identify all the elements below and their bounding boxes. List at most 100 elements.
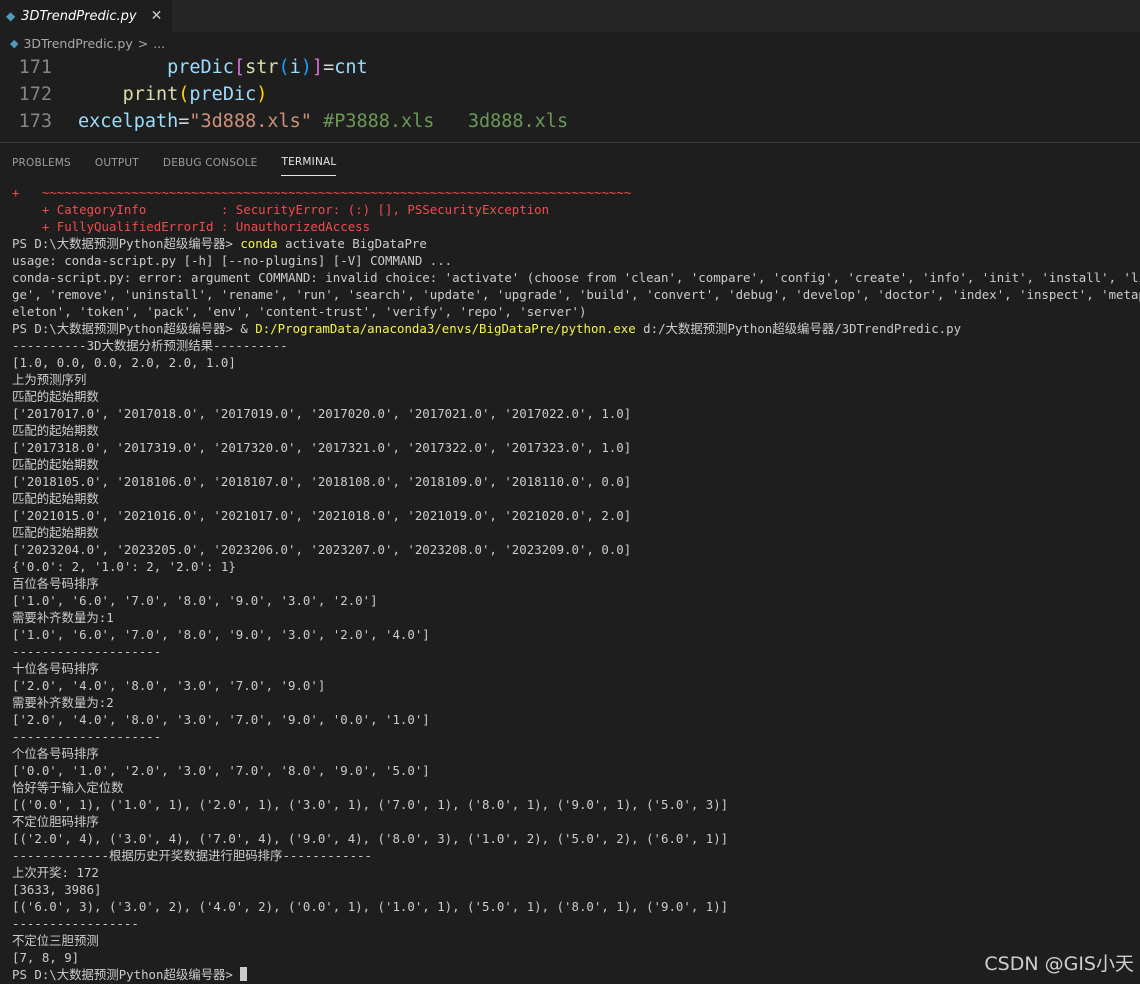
chevron-right-icon: > [137, 35, 149, 51]
terminal-line: 需要补齐数量为:1 [12, 609, 1140, 626]
line-number: 173 [18, 111, 52, 132]
code-token: i [289, 57, 301, 78]
tab-title: 3DTrendPredic.py [21, 8, 137, 24]
terminal-line: ['2.0', '4.0', '8.0', '3.0', '7.0', '9.0… [12, 677, 1140, 694]
terminal-text: 匹配的起始期数 [12, 423, 99, 438]
code-line[interactable]: 172 print(preDic) [0, 81, 1140, 108]
code-line[interactable]: 173 excelpath="3d888.xls" #P3888.xls 3d88… [0, 108, 1140, 135]
terminal-line: [7, 8, 9] [12, 949, 1140, 966]
code-token: = [178, 111, 190, 132]
terminal-text: -------------------- [12, 729, 162, 744]
terminal-text: ['1.0', '6.0', '7.0', '8.0', '9.0', '3.0… [12, 593, 378, 608]
terminal-text: ['2.0', '4.0', '8.0', '3.0', '7.0', '9.0… [12, 678, 326, 693]
terminal-line: [3633, 3986] [12, 881, 1140, 898]
terminal-line: 不定位胆码排序 [12, 813, 1140, 830]
terminal-text: ['2017318.0', '2017319.0', '2017320.0', … [12, 440, 632, 455]
terminal-text: eleton', 'token', 'pack', 'env', 'conten… [12, 304, 587, 319]
terminal-text: [7, 8, 9] [12, 950, 80, 965]
terminal-line: 上为预测序列 [12, 371, 1140, 388]
breadcrumb: ◆ 3DTrendPredic.py > ... [0, 32, 1140, 54]
tab-problems[interactable]: PROBLEMS [12, 147, 71, 176]
terminal-line: ----------------- [12, 915, 1140, 932]
terminal-text: 匹配的起始期数 [12, 491, 99, 506]
breadcrumb-more[interactable]: ... [153, 36, 165, 51]
terminal-line: usage: conda-script.py [-h] [--no-plugin… [12, 252, 1140, 269]
terminal-text: ['2018105.0', '2018106.0', '2018107.0', … [12, 474, 632, 489]
terminal-text: 十位各号码排序 [12, 661, 99, 676]
terminal-text: d:/大数据预测Python超级编号器/3DTrendPredic.py [635, 321, 962, 336]
terminal-text: 需要补齐数量为:1 [12, 610, 114, 625]
terminal-line: ['2018105.0', '2018106.0', '2018107.0', … [12, 473, 1140, 490]
terminal-text: 匹配的起始期数 [12, 525, 99, 540]
breadcrumb-file[interactable]: 3DTrendPredic.py [23, 36, 132, 51]
terminal-line: ['2023204.0', '2023205.0', '2023206.0', … [12, 541, 1140, 558]
terminal-text: PS D:\大数据预测Python超级编号器> & [12, 321, 256, 336]
terminal-text: conda [240, 236, 278, 251]
terminal-text: 上次开奖: 172 [12, 865, 99, 880]
terminal-line: [('0.0', 1), ('1.0', 1), ('2.0', 1), ('3… [12, 796, 1140, 813]
terminal-line: ['0.0', '1.0', '2.0', '3.0', '7.0', '8.0… [12, 762, 1140, 779]
terminal-line: ge', 'remove', 'uninstall', 'rename', 'r… [12, 286, 1140, 303]
panel-tab-bar: PROBLEMS OUTPUT DEBUG CONSOLE TERMINAL [0, 142, 1140, 179]
tab-output[interactable]: OUTPUT [95, 147, 139, 176]
terminal-text: 不定位三胆预测 [12, 933, 99, 948]
terminal-line: ['2.0', '4.0', '8.0', '3.0', '7.0', '9.0… [12, 711, 1140, 728]
tab-debug-console[interactable]: DEBUG CONSOLE [163, 147, 258, 176]
terminal-line: 匹配的起始期数 [12, 490, 1140, 507]
terminal-line: + CategoryInfo : SecurityError: (:) [], … [12, 201, 1140, 218]
terminal-text: 不定位胆码排序 [12, 814, 99, 829]
terminal-line: ['1.0', '6.0', '7.0', '8.0', '9.0', '3.0… [12, 592, 1140, 609]
code-text: print(preDic) [78, 81, 268, 108]
code-editor[interactable]: 171 preDic[str(i)]=cnt 172 print(preDic) 1… [0, 54, 1140, 142]
terminal-text: [1.0, 0.0, 0.0, 2.0, 2.0, 1.0] [12, 355, 236, 370]
terminal-line: + FullyQualifiedErrorId : UnauthorizedAc… [12, 218, 1140, 235]
code-token: preDic [189, 84, 257, 105]
terminal-text: ['2021015.0', '2021016.0', '2021017.0', … [12, 508, 632, 523]
terminal-line: 匹配的起始期数 [12, 524, 1140, 541]
terminal-text: [('2.0', 4), ('3.0', 4), ('7.0', 4), ('9… [12, 831, 729, 846]
tab-terminal[interactable]: TERMINAL [281, 146, 337, 176]
code-token: cnt [334, 57, 368, 78]
code-token: ) [256, 84, 268, 105]
terminal-line: eleton', 'token', 'pack', 'env', 'conten… [12, 303, 1140, 320]
code-token: ( [278, 57, 290, 78]
terminal-text: PS D:\大数据预测Python超级编号器> [12, 236, 241, 251]
terminal-text: PS D:\大数据预测Python超级编号器> [12, 967, 241, 982]
terminal-text: {'0.0': 2, '1.0': 2, '2.0': 1} [12, 559, 236, 574]
terminal-text: ['2023204.0', '2023205.0', '2023206.0', … [12, 542, 632, 557]
terminal-line: -------------根据历史开奖数据进行胆码排序------------ [12, 847, 1140, 864]
close-tab-icon[interactable]: ✕ [151, 8, 163, 24]
code-token: [ [233, 57, 246, 78]
terminal-line: 个位各号码排序 [12, 745, 1140, 762]
terminal-cursor [240, 967, 248, 981]
terminal-text: 上为预测序列 [12, 372, 87, 387]
code-token: = [323, 57, 335, 78]
terminal-output[interactable]: + ~~~~~~~~~~~~~~~~~~~~~~~~~~~~~~~~~~~~~~… [12, 184, 1140, 983]
terminal-line: ['2017017.0', '2017018.0', '2017019.0', … [12, 405, 1140, 422]
watermark: CSDN @GIS小天 [984, 953, 1134, 975]
terminal-text: usage: conda-script.py [-h] [--no-plugin… [12, 253, 453, 268]
code-token: str [245, 57, 279, 78]
terminal-line: [('2.0', 4), ('3.0', 4), ('7.0', 4), ('9… [12, 830, 1140, 847]
terminal-text: conda-script.py: error: argument COMMAND… [12, 270, 1140, 285]
terminal-line: 百位各号码排序 [12, 575, 1140, 592]
terminal-text: 恰好等于输入定位数 [12, 780, 124, 795]
python-file-icon: ◆ [6, 9, 16, 23]
code-text: excelpath="3d888.xls" #P3888.xls 3d888.x… [78, 108, 568, 135]
terminal-line: 恰好等于输入定位数 [12, 779, 1140, 796]
terminal-text: ge', 'remove', 'uninstall', 'rename', 'r… [12, 287, 1140, 302]
code-token: ( [178, 84, 190, 105]
code-token: print [122, 84, 179, 105]
editor-tab-3dtrendpredic[interactable]: ◆ 3DTrendPredic.py ✕ [0, 0, 173, 32]
code-line[interactable]: 171 preDic[str(i)]=cnt [0, 54, 1140, 81]
terminal-line: ['1.0', '6.0', '7.0', '8.0', '9.0', '3.0… [12, 626, 1140, 643]
terminal-line: 上次开奖: 172 [12, 864, 1140, 881]
terminal-line: -------------------- [12, 728, 1140, 745]
code-token: ] [311, 57, 324, 78]
terminal-line: 十位各号码排序 [12, 660, 1140, 677]
code-token: excelpath [78, 111, 179, 132]
terminal-text: activate BigDataPre [277, 236, 427, 251]
terminal-line: [('6.0', 3), ('3.0', 2), ('4.0', 2), ('0… [12, 898, 1140, 915]
terminal-line: 匹配的起始期数 [12, 456, 1140, 473]
terminal-text: + CategoryInfo : SecurityError: (:) [], … [12, 202, 550, 217]
